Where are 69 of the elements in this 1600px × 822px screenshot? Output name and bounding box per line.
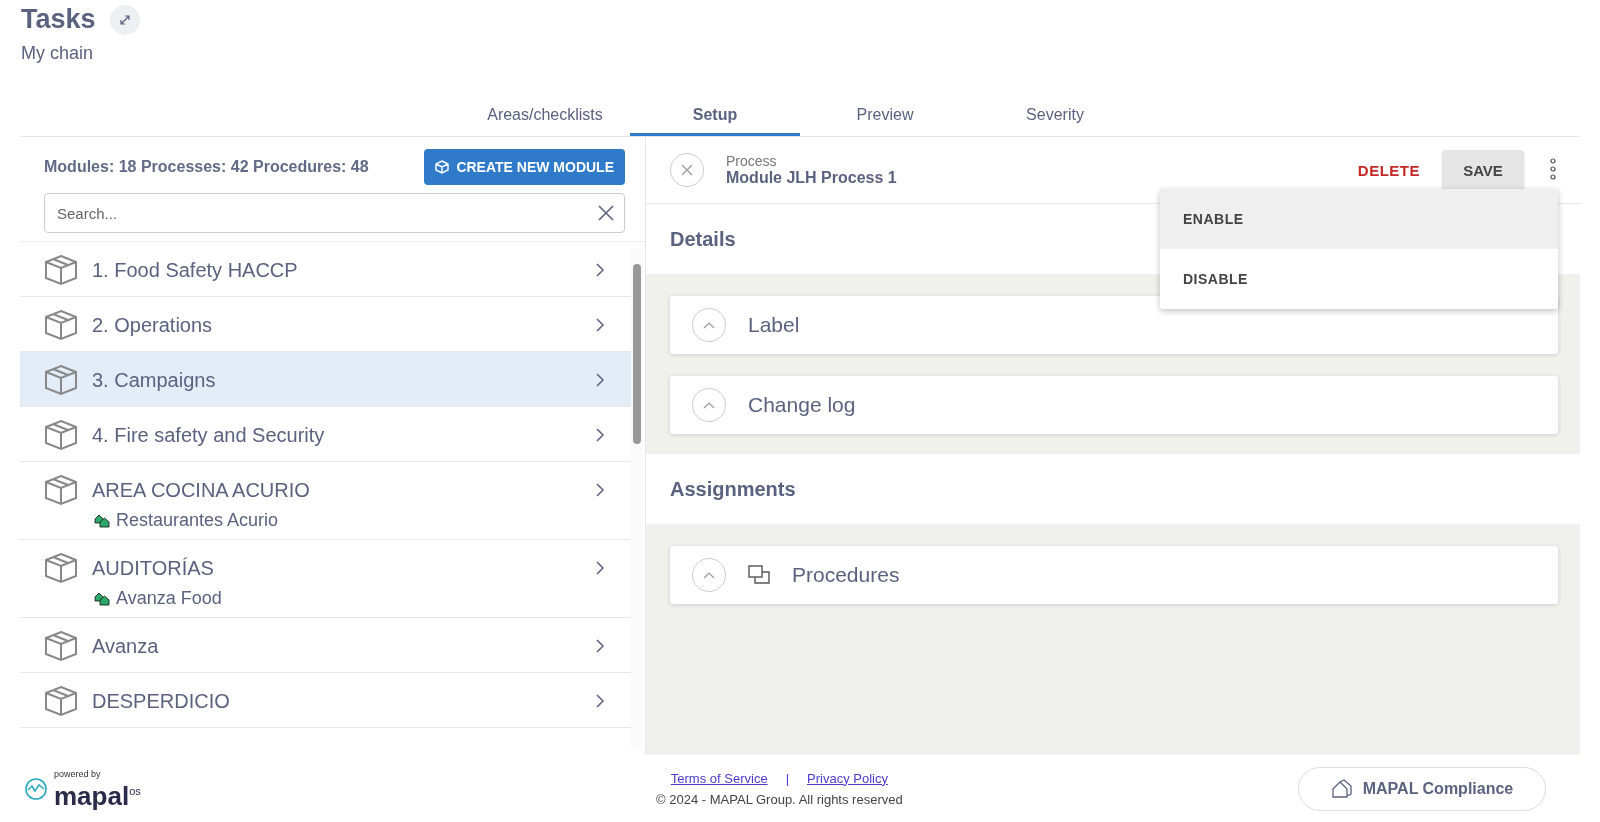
copyright-text: © 2024 - MAPAL Group. All rights reserved <box>656 791 903 807</box>
chevron-right-icon <box>595 427 605 443</box>
chevron-right-icon <box>595 560 605 576</box>
box-icon <box>44 630 78 662</box>
module-name: Avanza <box>92 634 160 658</box>
card-label: Label <box>748 313 800 337</box>
counts-text: Modules: 18 Processes: 42 Procedures: 48 <box>44 158 369 176</box>
create-module-button[interactable]: CREATE NEW MODULE <box>424 149 625 185</box>
houses-icon <box>1330 778 1353 799</box>
card-label: Change log <box>748 393 856 417</box>
expand-icon[interactable] <box>109 4 140 35</box>
card-label: Procedures <box>792 563 900 587</box>
module-name: 3. Campaigns <box>92 368 217 392</box>
process-name: Module JLH Process 1 <box>726 169 898 187</box>
box-icon <box>435 160 450 174</box>
chevron-right-icon <box>595 482 605 498</box>
process-label: Process <box>726 153 778 169</box>
menu-item[interactable]: ENABLE <box>1160 189 1558 249</box>
module-item[interactable]: 3. Campaigns <box>20 352 631 407</box>
box-icon <box>44 419 78 451</box>
close-icon <box>680 163 694 177</box>
tab[interactable]: Setup <box>630 92 800 136</box>
chevron-right-icon <box>595 638 605 654</box>
module-item[interactable]: Avanza <box>20 618 631 673</box>
box-icon <box>44 254 78 286</box>
chevron-right-icon <box>595 693 605 709</box>
terms-link[interactable]: Terms of Service <box>670 770 768 786</box>
chevron-right-icon <box>595 262 605 278</box>
box-icon <box>44 685 78 717</box>
module-item[interactable]: 4. Fire safety and Security <box>20 407 631 462</box>
location-text: Avanza Food <box>116 588 222 609</box>
module-name: 4. Fire safety and Security <box>92 423 326 447</box>
chevron-right-icon <box>595 317 605 333</box>
module-name: 2. Operations <box>92 313 214 337</box>
page-subtitle: My chain <box>21 43 95 64</box>
box-icon <box>44 364 78 396</box>
privacy-link[interactable]: Privacy Policy <box>807 770 888 786</box>
compliance-button[interactable]: MAPAL Compliance <box>1298 766 1546 811</box>
mapal-os-logo: powered by mapal$^{os}$ <box>24 769 141 808</box>
module-item[interactable]: AUDITORÍAS Avanza Food <box>20 540 631 618</box>
clear-icon[interactable] <box>597 204 615 222</box>
module-name: AUDITORÍAS <box>92 556 215 580</box>
box-icon <box>44 552 78 584</box>
houses-icon <box>94 513 110 528</box>
box-icon <box>44 474 78 506</box>
module-name: 1. Food Safety HACCP <box>92 258 299 282</box>
search-field[interactable]: Search... <box>44 193 625 233</box>
scrollbar[interactable] <box>631 248 643 749</box>
module-item[interactable]: AREA COCINA ACURIO Restaurantes Acurio <box>20 462 631 540</box>
copy-icon <box>748 565 770 585</box>
delete-button[interactable]: DELETE <box>1351 160 1426 180</box>
link-separator: | <box>785 770 789 786</box>
section-card[interactable]: Change log <box>670 376 1558 434</box>
section-title: Details <box>670 227 736 251</box>
page-title: Tasks <box>21 4 96 35</box>
tab[interactable]: Severity <box>970 92 1140 136</box>
houses-icon <box>94 591 110 606</box>
location-text: Restaurantes Acurio <box>116 510 279 531</box>
module-name: AREA COCINA ACURIO <box>92 478 311 502</box>
section-title: Assignments <box>670 477 796 501</box>
save-button[interactable]: SAVE <box>1442 150 1524 190</box>
box-icon <box>44 309 78 341</box>
section-card[interactable]: Procedures <box>670 546 1558 604</box>
module-item[interactable]: 1. Food Safety HACCP <box>20 242 631 297</box>
chevron-right-icon <box>595 372 605 388</box>
module-name: DESPERDICIO <box>92 689 231 713</box>
tab[interactable]: Areas/checklists <box>460 92 630 136</box>
module-item[interactable]: DESPERDICIO <box>20 673 631 728</box>
tab[interactable]: Preview <box>800 92 970 136</box>
